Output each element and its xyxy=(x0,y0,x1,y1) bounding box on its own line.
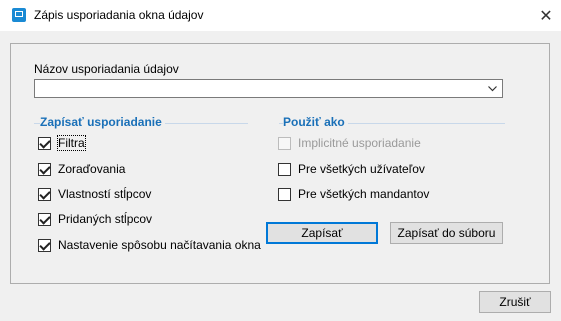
save-group-title: Zapísať usporiadanie xyxy=(40,115,165,129)
sorting-checkbox[interactable] xyxy=(38,162,51,176)
all-tenants-checkbox[interactable] xyxy=(278,187,291,201)
added-columns-checkbox[interactable] xyxy=(38,212,51,226)
loading-mode-checkbox-label: Nastavenie spôsobu načítavania okna xyxy=(58,238,261,252)
save-loading-mode-option[interactable]: Nastavenie spôsobu načítavania okna xyxy=(38,238,261,252)
column-properties-checkbox-label: Vlastností stĺpcov xyxy=(58,187,152,201)
save-filter-option[interactable]: Filtra xyxy=(38,135,86,151)
use-all-users-option[interactable]: Pre všetkých užívateľov xyxy=(278,162,425,176)
filter-checkbox-label: Filtra xyxy=(57,135,86,151)
save-button[interactable]: Zapísať xyxy=(266,222,378,244)
default-layout-checkbox xyxy=(278,136,291,150)
use-default-option: Implicitné usporiadanie xyxy=(278,136,421,150)
save-sorting-option[interactable]: Zoraďovania xyxy=(38,162,125,176)
sorting-checkbox-label: Zoraďovania xyxy=(58,162,126,176)
layout-name-combobox[interactable] xyxy=(34,79,503,98)
window-app-icon xyxy=(12,8,26,22)
default-layout-checkbox-label: Implicitné usporiadanie xyxy=(298,136,421,150)
all-tenants-checkbox-label: Pre všetkých mandantov xyxy=(298,187,430,201)
all-users-checkbox[interactable] xyxy=(278,162,291,176)
column-properties-checkbox[interactable] xyxy=(38,187,51,201)
use-all-tenants-option[interactable]: Pre všetkých mandantov xyxy=(278,187,429,201)
title-bar: Zápis usporiadania okna údajov ✕ xyxy=(0,0,561,31)
save-to-file-button[interactable]: Zapísať do súboru xyxy=(390,222,503,244)
save-added-columns-option[interactable]: Pridaných stĺpcov xyxy=(38,212,152,226)
all-users-checkbox-label: Pre všetkých užívateľov xyxy=(298,162,425,176)
filter-checkbox[interactable] xyxy=(38,136,51,150)
added-columns-checkbox-label: Pridaných stĺpcov xyxy=(58,212,153,226)
cancel-button[interactable]: Zrušiť xyxy=(479,291,551,313)
close-icon[interactable]: ✕ xyxy=(531,0,561,31)
name-field-label: Názov usporiadania údajov xyxy=(34,62,179,76)
loading-mode-checkbox[interactable] xyxy=(38,238,51,252)
use-group-title: Použiť ako xyxy=(283,115,348,129)
save-column-properties-option[interactable]: Vlastností stĺpcov xyxy=(38,187,151,201)
chevron-down-icon[interactable] xyxy=(485,81,499,96)
window-title: Zápis usporiadania okna údajov xyxy=(34,8,204,22)
